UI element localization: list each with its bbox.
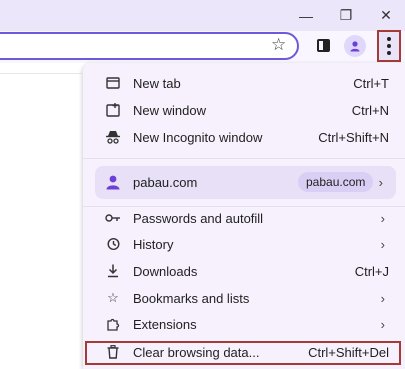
new-window-icon [105,102,121,118]
menu-item-label: Extensions [133,316,197,332]
title-bar: — ❐ ✕ [0,0,405,31]
menu-item-bookmarks[interactable]: ☆ Bookmarks and lists › [83,286,405,310]
chevron-right-icon: › [380,210,385,226]
chevron-right-icon: › [378,175,383,190]
menu-item-label: Downloads [133,263,198,279]
page-content [0,63,82,369]
chrome-menu: New tab Ctrl+T New window Ctrl+N New Inc… [83,63,405,369]
incognito-icon [105,129,121,145]
profile-button[interactable] [344,35,366,57]
bookmark-star-icon[interactable]: ☆ [271,35,286,55]
menu-item-label: History [133,236,174,252]
minimize-button[interactable]: — [286,0,326,31]
clear-browsing-highlight [85,341,401,365]
download-icon [105,263,121,279]
menu-item-incognito[interactable]: New Incognito window Ctrl+Shift+N [83,125,405,149]
side-panel-icon[interactable] [317,39,330,52]
menu-item-new-tab[interactable]: New tab Ctrl+T [83,71,405,95]
close-icon: ✕ [380,7,392,23]
new-tab-icon [105,75,121,91]
menu-dot [387,44,391,48]
menu-dot [387,37,391,41]
close-button[interactable]: ✕ [366,0,405,31]
puzzle-icon [105,316,121,332]
restore-button[interactable]: ❐ [326,0,366,31]
menu-item-shortcut: Ctrl+T [353,75,389,91]
menu-separator [83,158,405,159]
chevron-right-icon: › [380,290,385,306]
key-icon [105,210,121,226]
menu-item-label: New tab [133,75,181,91]
menu-item-new-window[interactable]: New window Ctrl+N [83,98,405,122]
menu-item-label: New Incognito window [133,129,263,145]
toolbar: ☆ [0,31,405,63]
star-icon: ☆ [107,290,119,305]
menu-item-label: Passwords and autofill [133,210,264,226]
menu-item-label: New window [133,102,206,118]
person-icon [350,41,360,52]
chrome-menu-button[interactable] [377,30,401,62]
profile-chip: pabau.com [298,172,374,192]
person-icon [105,174,121,193]
menu-item-shortcut: Ctrl+J [354,263,389,279]
menu-item-extensions[interactable]: Extensions › [83,312,405,336]
history-icon [105,236,121,252]
page-divider [0,73,82,74]
minimize-icon: — [299,7,313,24]
restore-icon: ❐ [339,7,353,23]
chevron-right-icon: › [380,316,385,332]
menu-item-profile[interactable]: pabau.com pabau.com › [95,166,396,199]
menu-item-passwords[interactable]: Passwords and autofill › [83,206,405,230]
menu-item-shortcut: Ctrl+N [351,102,389,118]
menu-item-label: Bookmarks and lists [133,290,250,306]
address-bar[interactable] [0,32,299,60]
menu-item-shortcut: Ctrl+Shift+N [318,129,389,145]
chevron-right-icon: › [380,236,385,252]
menu-item-downloads[interactable]: Downloads Ctrl+J [83,259,405,283]
menu-dot [387,51,391,55]
menu-item-history[interactable]: History › [83,232,405,256]
profile-name: pabau.com [133,175,198,190]
